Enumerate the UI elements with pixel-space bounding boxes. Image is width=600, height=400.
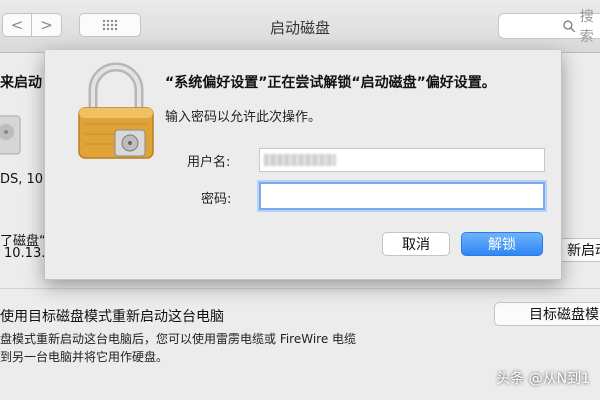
auth-dialog: “系统偏好设置”正在尝试解锁“启动磁盘”偏好设置。 输入密码以允许此次操作。 用…	[44, 50, 562, 280]
username-label: 用户名:	[187, 155, 231, 170]
dialog-subtitle: 输入密码以允许此次操作。	[165, 110, 322, 125]
username-field[interactable]	[259, 148, 545, 172]
restart-button[interactable]: 新启动	[558, 238, 600, 262]
target-mode-description-line1: 盘模式重新启动这台电脑后，您可以使用雷雳电缆或 FireWire 电缆	[0, 332, 357, 346]
hard-disk-icon[interactable]	[0, 112, 24, 158]
password-label: 密码:	[201, 192, 232, 207]
search-input[interactable]: 搜索	[498, 9, 600, 45]
username-redacted	[264, 154, 336, 166]
search-icon	[563, 19, 576, 32]
unlock-button[interactable]: 解锁	[461, 232, 543, 256]
dialog-title: “系统偏好设置”正在尝试解锁“启动磁盘”偏好设置。	[165, 75, 496, 91]
search-placeholder: 搜索	[579, 9, 594, 45]
target-mode-heading: 使用目标磁盘模式重新启动这台电脑	[0, 309, 224, 325]
window-toolbar: < > 启动磁盘 搜索	[0, 0, 600, 53]
target-mode-description-line2: 到另一台电脑并将它用作硬盘。	[0, 350, 169, 364]
watermark: 头条 @从N到1	[496, 371, 590, 387]
cancel-button[interactable]: 取消	[382, 232, 450, 256]
target-disk-mode-button[interactable]: 目标磁盘模	[494, 302, 600, 326]
startup-disk-heading: 来启动	[0, 75, 42, 91]
section-divider	[0, 288, 600, 289]
lock-icon	[78, 62, 154, 159]
password-field[interactable]	[259, 182, 545, 210]
